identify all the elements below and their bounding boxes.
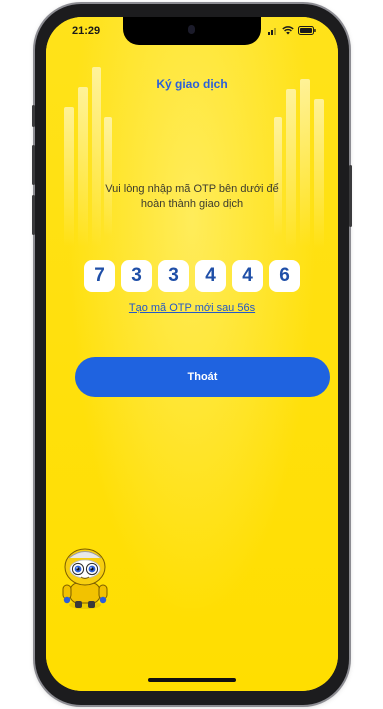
decor-bar xyxy=(92,67,101,247)
otp-instruction: Vui lòng nhập mã OTP bên dưới để hoàn th… xyxy=(105,183,279,210)
otp-digit-1: 7 xyxy=(84,260,115,292)
phone-side-button-left-2 xyxy=(32,145,35,185)
status-time: 21:29 xyxy=(72,25,101,37)
notch xyxy=(123,17,261,45)
otp-digit-3: 3 xyxy=(158,260,189,292)
otp-digit-6: 6 xyxy=(269,260,300,292)
otp-digit-2: 3 xyxy=(121,260,152,292)
phone-side-button-right xyxy=(349,165,352,227)
camera-icon xyxy=(188,25,195,34)
decor-bar xyxy=(274,117,282,237)
page-title: Ký giao dịch xyxy=(156,77,228,91)
battery-icon xyxy=(298,26,316,35)
phone-side-button-left-1 xyxy=(32,105,35,127)
status-icons xyxy=(268,26,316,35)
resend-otp-link[interactable]: Tạo mã OTP mới sau 56s xyxy=(46,302,338,314)
otp-digit-4: 4 xyxy=(195,260,226,292)
decor-bar xyxy=(64,107,74,247)
decor-bar xyxy=(104,117,112,237)
decor-bar xyxy=(78,87,88,247)
exit-button[interactable]: Thoát xyxy=(75,357,330,397)
signal-icon xyxy=(268,27,276,35)
otp-digit-5: 4 xyxy=(232,260,263,292)
decor-bar xyxy=(286,89,296,249)
robot-mascot-icon xyxy=(62,548,108,609)
app-screen: 21:29 Ký giao dịch Vui lòng nhập mã OTP … xyxy=(46,17,338,691)
decor-bar xyxy=(300,79,310,247)
otp-digits: 7 3 3 4 4 6 xyxy=(84,260,300,292)
decor-bar xyxy=(314,99,324,249)
wifi-icon xyxy=(282,26,294,35)
home-indicator[interactable] xyxy=(148,678,236,682)
phone-side-button-left-3 xyxy=(32,195,35,235)
